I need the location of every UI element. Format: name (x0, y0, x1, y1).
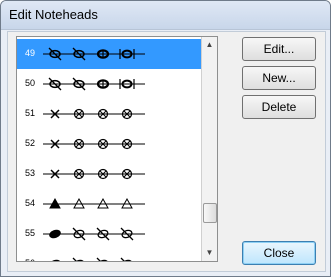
notehead-preview (49, 257, 133, 261)
notehead-preview (43, 138, 145, 150)
notehead-list[interactable]: 49 50 51 52 53 54 55 56 ▲ ▼ (16, 36, 218, 262)
dialog-body: 49 50 51 52 53 54 55 56 ▲ ▼ Edit... New... Dele… (7, 31, 326, 272)
notehead-list-item[interactable]: 52 (17, 129, 201, 159)
notehead-number: 55 (25, 228, 36, 238)
notehead-list-item[interactable]: 50 (17, 69, 201, 99)
notehead-list-item[interactable]: 56 (17, 249, 201, 261)
notehead-preview (43, 197, 145, 209)
edit-button[interactable]: Edit... (242, 37, 316, 61)
notehead-list-item[interactable]: 49 (17, 39, 201, 69)
close-button[interactable]: Close (242, 241, 316, 265)
window-title: Edit Noteheads (9, 7, 98, 22)
notehead-preview (43, 227, 145, 241)
notehead-number: 54 (25, 198, 36, 208)
edit-noteheads-dialog: Edit Noteheads 49 50 51 52 53 54 55 56 ▲ ▼ Edit… (0, 0, 331, 277)
notehead-number: 52 (25, 138, 36, 148)
notehead-list-item[interactable]: 53 (17, 159, 201, 189)
notehead-glyph-icon (120, 227, 134, 241)
new-button[interactable]: New... (242, 66, 316, 90)
notehead-glyph-icon (49, 229, 61, 239)
notehead-glyph-icon (72, 257, 85, 261)
notehead-glyph-icon (96, 257, 109, 261)
notehead-preview (43, 47, 145, 61)
title-bar[interactable]: Edit Noteheads (1, 1, 330, 30)
notehead-list-item[interactable]: 51 (17, 99, 201, 129)
notehead-number: 50 (25, 78, 36, 88)
notehead-list-item[interactable]: 55 (17, 219, 201, 249)
notehead-glyph-icon (120, 257, 133, 261)
notehead-glyph-icon (72, 227, 86, 241)
notehead-preview (43, 108, 145, 120)
notehead-number: 51 (25, 108, 36, 118)
delete-button[interactable]: Delete (242, 95, 316, 119)
scroll-thumb[interactable] (203, 203, 217, 223)
notehead-preview (43, 77, 145, 91)
notehead-number: 53 (25, 168, 36, 178)
notehead-preview (43, 168, 145, 180)
notehead-number: 49 (25, 48, 36, 58)
notehead-glyph-icon (49, 259, 61, 261)
scroll-down-arrow-icon[interactable]: ▼ (202, 245, 217, 261)
list-scrollbar[interactable]: ▲ ▼ (201, 37, 217, 261)
notehead-glyph-icon (96, 227, 110, 241)
scroll-up-arrow-icon[interactable]: ▲ (202, 37, 217, 53)
notehead-list-item[interactable]: 54 (17, 189, 201, 219)
notehead-number: 56 (25, 258, 35, 261)
